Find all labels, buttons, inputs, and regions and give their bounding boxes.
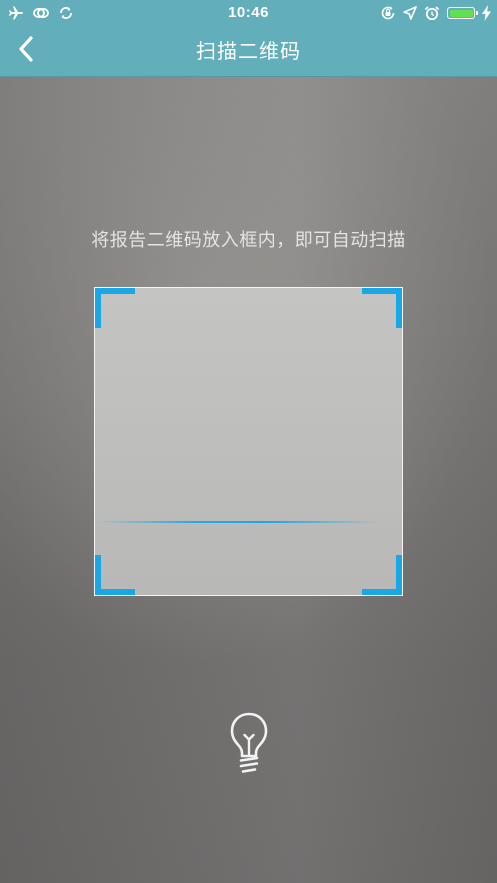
battery-icon: [447, 7, 478, 19]
back-button[interactable]: [6, 31, 46, 71]
status-bar: 10:46: [0, 0, 497, 26]
scan-hint: 将报告二维码放入框内，即可自动扫描: [91, 230, 406, 251]
scan-corner-bottom-left: [95, 555, 135, 595]
status-right-icons: [380, 4, 491, 22]
rotation-lock-icon: [380, 5, 396, 21]
charging-bolt-icon: [482, 5, 491, 21]
scan-corner-top-left: [95, 288, 135, 328]
lightbulb-icon: [227, 711, 271, 781]
chevron-left-icon: [16, 35, 36, 67]
location-icon: [403, 6, 417, 20]
torch-toggle-button[interactable]: [226, 712, 272, 780]
scan-corner-bottom-right: [362, 555, 402, 595]
scan-frame: [94, 287, 403, 596]
battery-level: [449, 9, 473, 17]
scan-line: [97, 521, 377, 523]
scan-corner-top-right: [362, 288, 402, 328]
alarm-icon: [424, 5, 440, 21]
nav-bar: 扫描二维码: [0, 26, 497, 77]
page-title: 扫描二维码: [196, 39, 301, 63]
battery-nub: [476, 11, 478, 15]
